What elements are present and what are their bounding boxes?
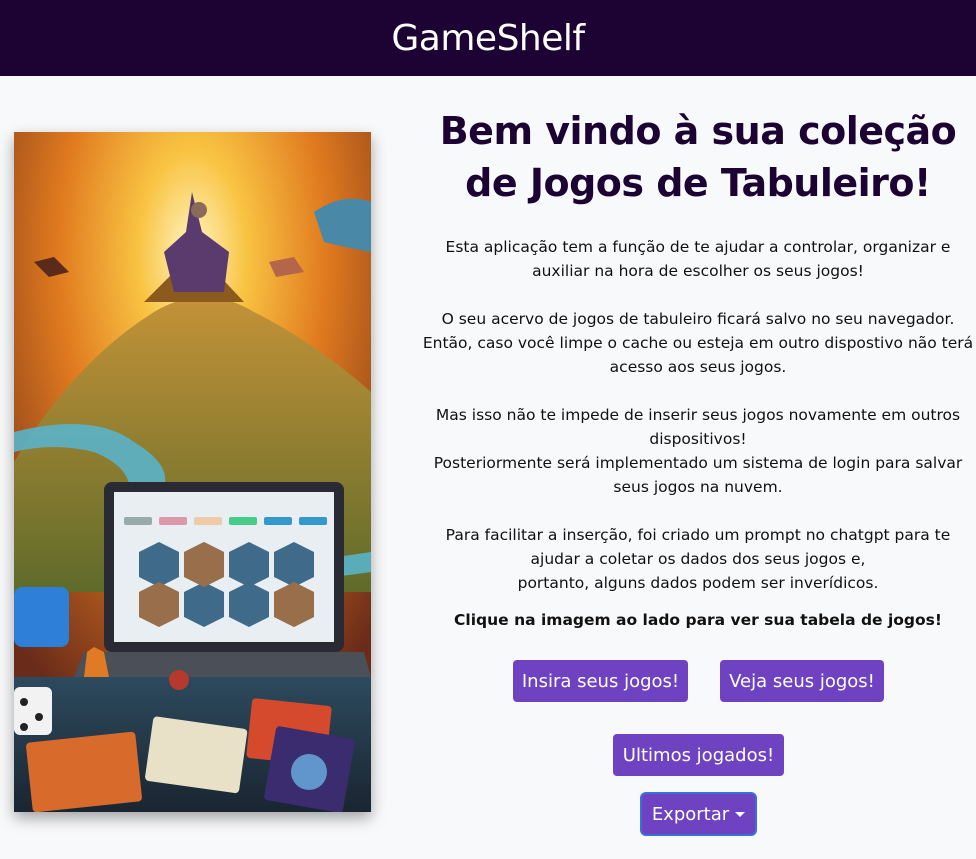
navbar: GameShelf: [0, 0, 976, 76]
export-label: Exportar: [651, 803, 730, 825]
insert-games-button[interactable]: Insira seus jogos!: [513, 660, 688, 702]
page-title: Bem vindo à sua coleção de Jogos de Tabu…: [439, 109, 957, 205]
intro-paragraph: O seu acervo de jogos de tabuleiro ficar…: [441, 310, 955, 328]
brand-title[interactable]: GameShelf: [391, 18, 585, 59]
intro-paragraph: Então, caso você limpe o cache ou esteja…: [422, 334, 974, 376]
recent-games-button[interactable]: Ultimos jogados!: [613, 734, 784, 776]
intro-paragraph: portanto, alguns dados podem ser inveríd…: [517, 574, 879, 592]
board-game-illustration-icon: [14, 132, 371, 812]
view-games-button[interactable]: Veja seus jogos!: [720, 660, 884, 702]
intro-text: Esta aplicação tem a função de te ajudar…: [420, 235, 976, 595]
export-dropdown-button[interactable]: Exportar: [642, 794, 755, 834]
caret-down-icon: [735, 811, 746, 817]
welcome-section: Bem vindo à sua coleção de Jogos de Tabu…: [420, 105, 976, 629]
intro-paragraph: Mas isso não te impede de inserir seus j…: [435, 406, 961, 448]
intro-paragraph: Esta aplicação tem a função de te ajudar…: [445, 238, 951, 280]
cta-text: Clique na imagem ao lado para ver sua ta…: [454, 611, 942, 629]
hero-image-link[interactable]: [14, 132, 371, 812]
intro-paragraph: Posteriormente será implementado um sist…: [433, 454, 963, 496]
intro-paragraph: Para facilitar a inserção, foi criado um…: [445, 526, 951, 568]
